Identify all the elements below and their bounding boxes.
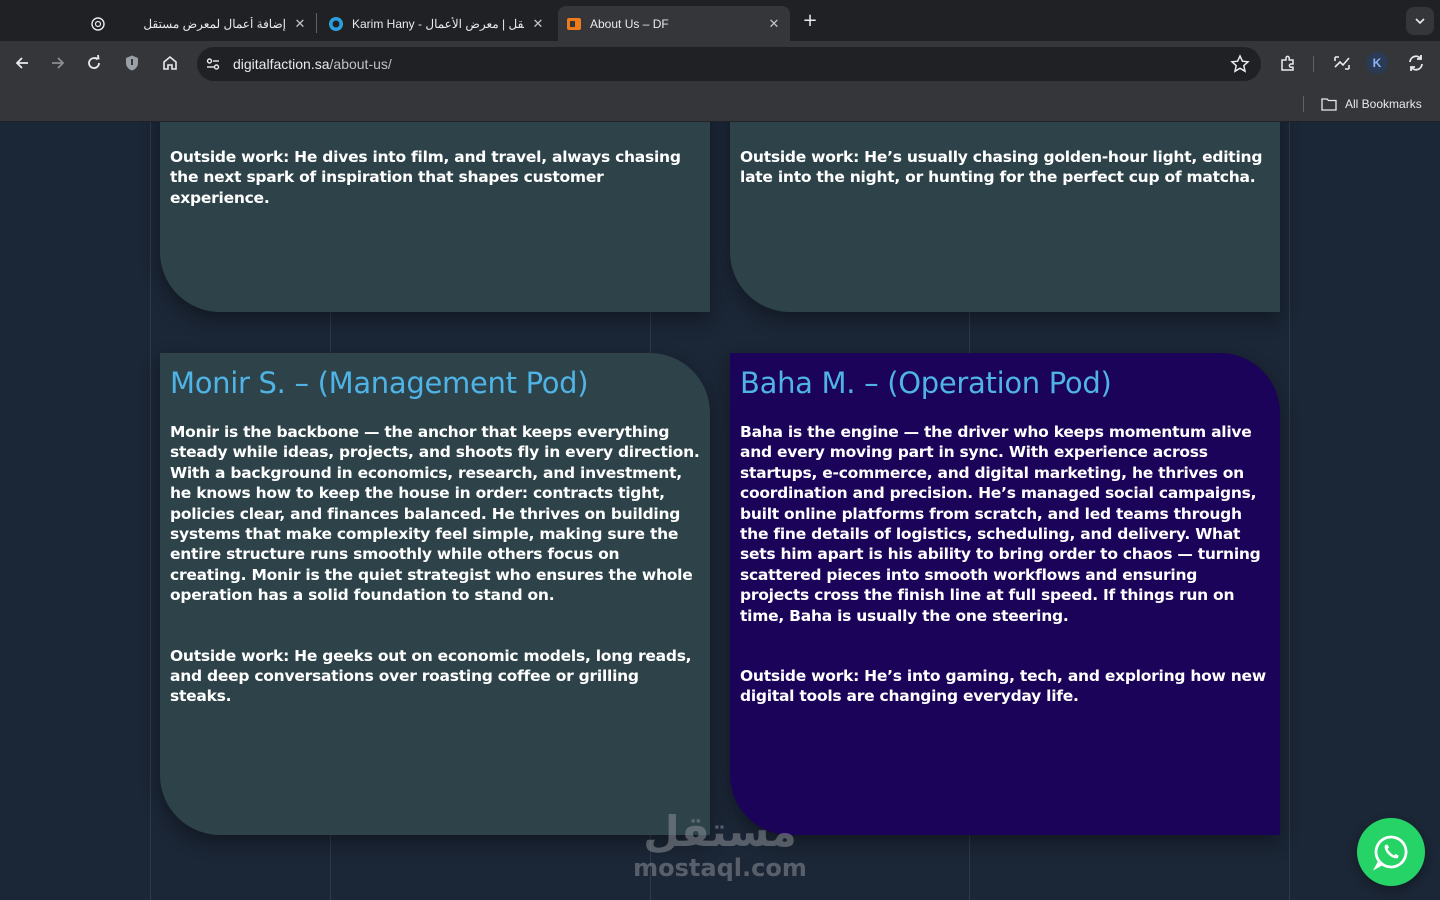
tab-search-button[interactable] — [1406, 7, 1434, 35]
browser-tab-strip: إضافة أعمال لمعرض مستقل ✕ Karim Hany - م… — [0, 0, 1440, 41]
team-member-outside-work: Outside work: He’s into gaming, tech, an… — [740, 667, 1266, 706]
team-member-name: Monir S. – (Management Pod) — [170, 366, 589, 400]
team-card-top-right: Outside work: He’s usually chasing golde… — [730, 122, 1280, 312]
browser-toolbar: digitalfaction.sa/about-us/ K — [0, 41, 1440, 86]
team-member-outside-work: Outside work: He’s usually chasing golde… — [740, 148, 1263, 187]
media-router-icon — [1334, 56, 1350, 70]
team-member-bio: Monir is the backbone — the anchor that … — [170, 423, 700, 605]
whatsapp-icon — [1372, 835, 1408, 871]
url-text: digitalfaction.sa/about-us/ — [233, 56, 392, 72]
sync-button[interactable] — [1402, 49, 1430, 77]
watermark-latin: mostaql.com — [633, 854, 807, 882]
reload-button[interactable] — [80, 49, 108, 77]
team-member-bio: Baha is the engine — the driver who keep… — [740, 423, 1261, 625]
profile-avatar[interactable]: K — [1366, 52, 1388, 74]
tab-separator — [316, 13, 317, 33]
bookmarks-separator — [1303, 96, 1304, 112]
tab-mostaql-portfolio[interactable]: Karim Hany - مستقل | معرض الأعمال ✕ — [328, 6, 546, 41]
team-member-outside-work: Outside work: He dives into film, and tr… — [170, 148, 681, 207]
openai-icon — [90, 16, 106, 32]
close-tab-icon[interactable]: ✕ — [766, 16, 782, 32]
background-gridline — [150, 122, 151, 900]
background-gridline — [1289, 122, 1290, 900]
extension-shield-button[interactable] — [118, 49, 146, 77]
chevron-down-icon — [1415, 18, 1425, 25]
arrow-left-icon — [15, 57, 28, 69]
tab-title: إضافة أعمال لمعرض مستقل — [143, 16, 286, 31]
team-member-outside-work: Outside work: He geeks out on economic m… — [170, 646, 692, 706]
tab-title: Karim Hany - مستقل | معرض الأعمال — [352, 16, 524, 31]
close-tab-icon[interactable]: ✕ — [530, 16, 546, 32]
url-path: /about-us/ — [329, 56, 392, 72]
address-bar[interactable]: digitalfaction.sa/about-us/ — [197, 47, 1261, 81]
mostaql-icon — [328, 16, 344, 32]
tab-title: About Us – DF — [590, 16, 669, 31]
tab-mostaql-add-work[interactable]: إضافة أعمال لمعرض مستقل ✕ — [140, 6, 308, 41]
bookmark-star-icon[interactable] — [1229, 53, 1251, 75]
forward-button[interactable] — [44, 49, 72, 77]
team-card-monir: Monir S. – (Management Pod) Monir is the… — [160, 353, 710, 835]
url-domain: digitalfaction.sa — [233, 56, 330, 72]
toolbar-separator — [1313, 56, 1314, 72]
extensions-button[interactable] — [1274, 49, 1302, 77]
team-member-name: Baha M. – (Operation Pod) — [740, 366, 1112, 400]
shield-icon — [126, 55, 138, 71]
close-tab-icon[interactable]: ✕ — [292, 16, 308, 32]
back-button[interactable] — [8, 49, 36, 77]
all-bookmarks-label: All Bookmarks — [1345, 97, 1422, 111]
tab-pinned-openai[interactable] — [90, 6, 106, 41]
customize-chrome-button[interactable] — [1328, 49, 1356, 77]
folder-icon — [1320, 95, 1338, 113]
page-viewport: Outside work: He dives into film, and tr… — [0, 122, 1440, 900]
whatsapp-chat-button[interactable] — [1357, 818, 1425, 886]
all-bookmarks-button[interactable]: All Bookmarks — [1320, 95, 1422, 113]
arrow-right-icon — [52, 57, 65, 69]
reload-icon — [88, 54, 100, 69]
new-tab-button[interactable]: + — [800, 10, 820, 31]
watermark-arabic: مستقل — [643, 807, 797, 856]
home-icon — [163, 55, 177, 70]
home-button[interactable] — [156, 49, 184, 77]
puzzle-icon — [1281, 55, 1294, 71]
mostaql-watermark: مستقل mostaql.com — [630, 807, 810, 883]
sync-icon — [1409, 55, 1423, 71]
team-card-top-left: Outside work: He dives into film, and tr… — [160, 122, 710, 312]
df-icon — [566, 16, 582, 32]
site-settings-icon[interactable] — [202, 53, 224, 75]
tab-about-us[interactable]: About Us – DF ✕ — [558, 6, 790, 41]
bookmarks-bar: All Bookmarks — [0, 86, 1440, 122]
team-card-baha: Baha M. – (Operation Pod) Baha is the en… — [730, 353, 1280, 835]
